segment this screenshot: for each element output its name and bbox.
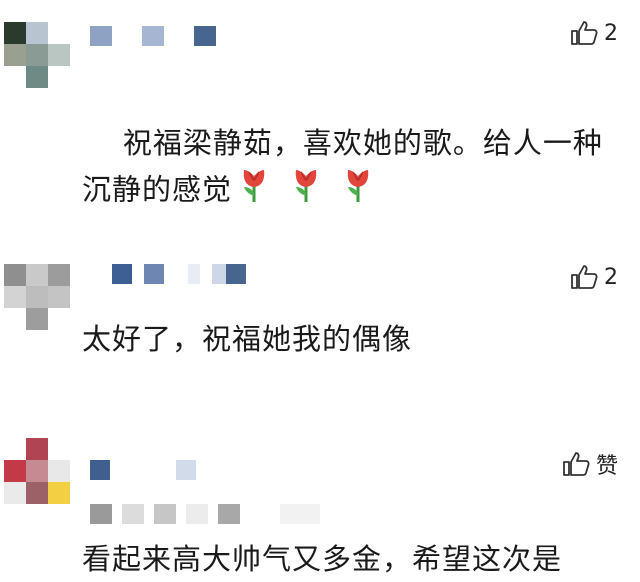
like-count: 2 (604, 264, 618, 290)
like-button[interactable]: 赞 (562, 448, 618, 480)
like-count: 2 (604, 20, 618, 46)
thumbs-up-icon (570, 264, 598, 290)
avatar[interactable] (4, 22, 70, 88)
avatar[interactable] (4, 438, 70, 504)
avatar[interactable] (4, 264, 70, 330)
comment-text: 看起来高大帅气又多金，希望这次是 (82, 542, 563, 576)
comment-item: 2 祝福梁静茹，喜欢她的歌。给人一种 沉静的感觉 (0, 0, 640, 240)
username-blurred[interactable] (112, 264, 258, 284)
like-button[interactable]: 2 (570, 264, 618, 290)
tulip-emoji (238, 166, 270, 217)
tulip-emoji (290, 166, 322, 217)
thumbs-up-icon (562, 451, 590, 477)
thumbs-up-icon (570, 20, 598, 46)
username-blurred[interactable] (90, 26, 228, 46)
username-blurred[interactable] (90, 460, 208, 480)
like-label: 赞 (595, 454, 618, 479)
comment-text: 祝福梁静茹，喜欢她的歌。给人一种 沉静的感觉 (82, 74, 620, 263)
comment-meta-blurred (90, 504, 330, 524)
like-button[interactable]: 2 (570, 20, 618, 46)
comment-text: 太好了，祝福她我的偶像 (82, 322, 413, 356)
tulip-emoji (342, 166, 374, 217)
comment-item: 2 太好了，祝福她我的偶像 (0, 240, 640, 430)
comment-item: 赞 看起来高大帅气又多金，希望这次是 (0, 430, 640, 577)
